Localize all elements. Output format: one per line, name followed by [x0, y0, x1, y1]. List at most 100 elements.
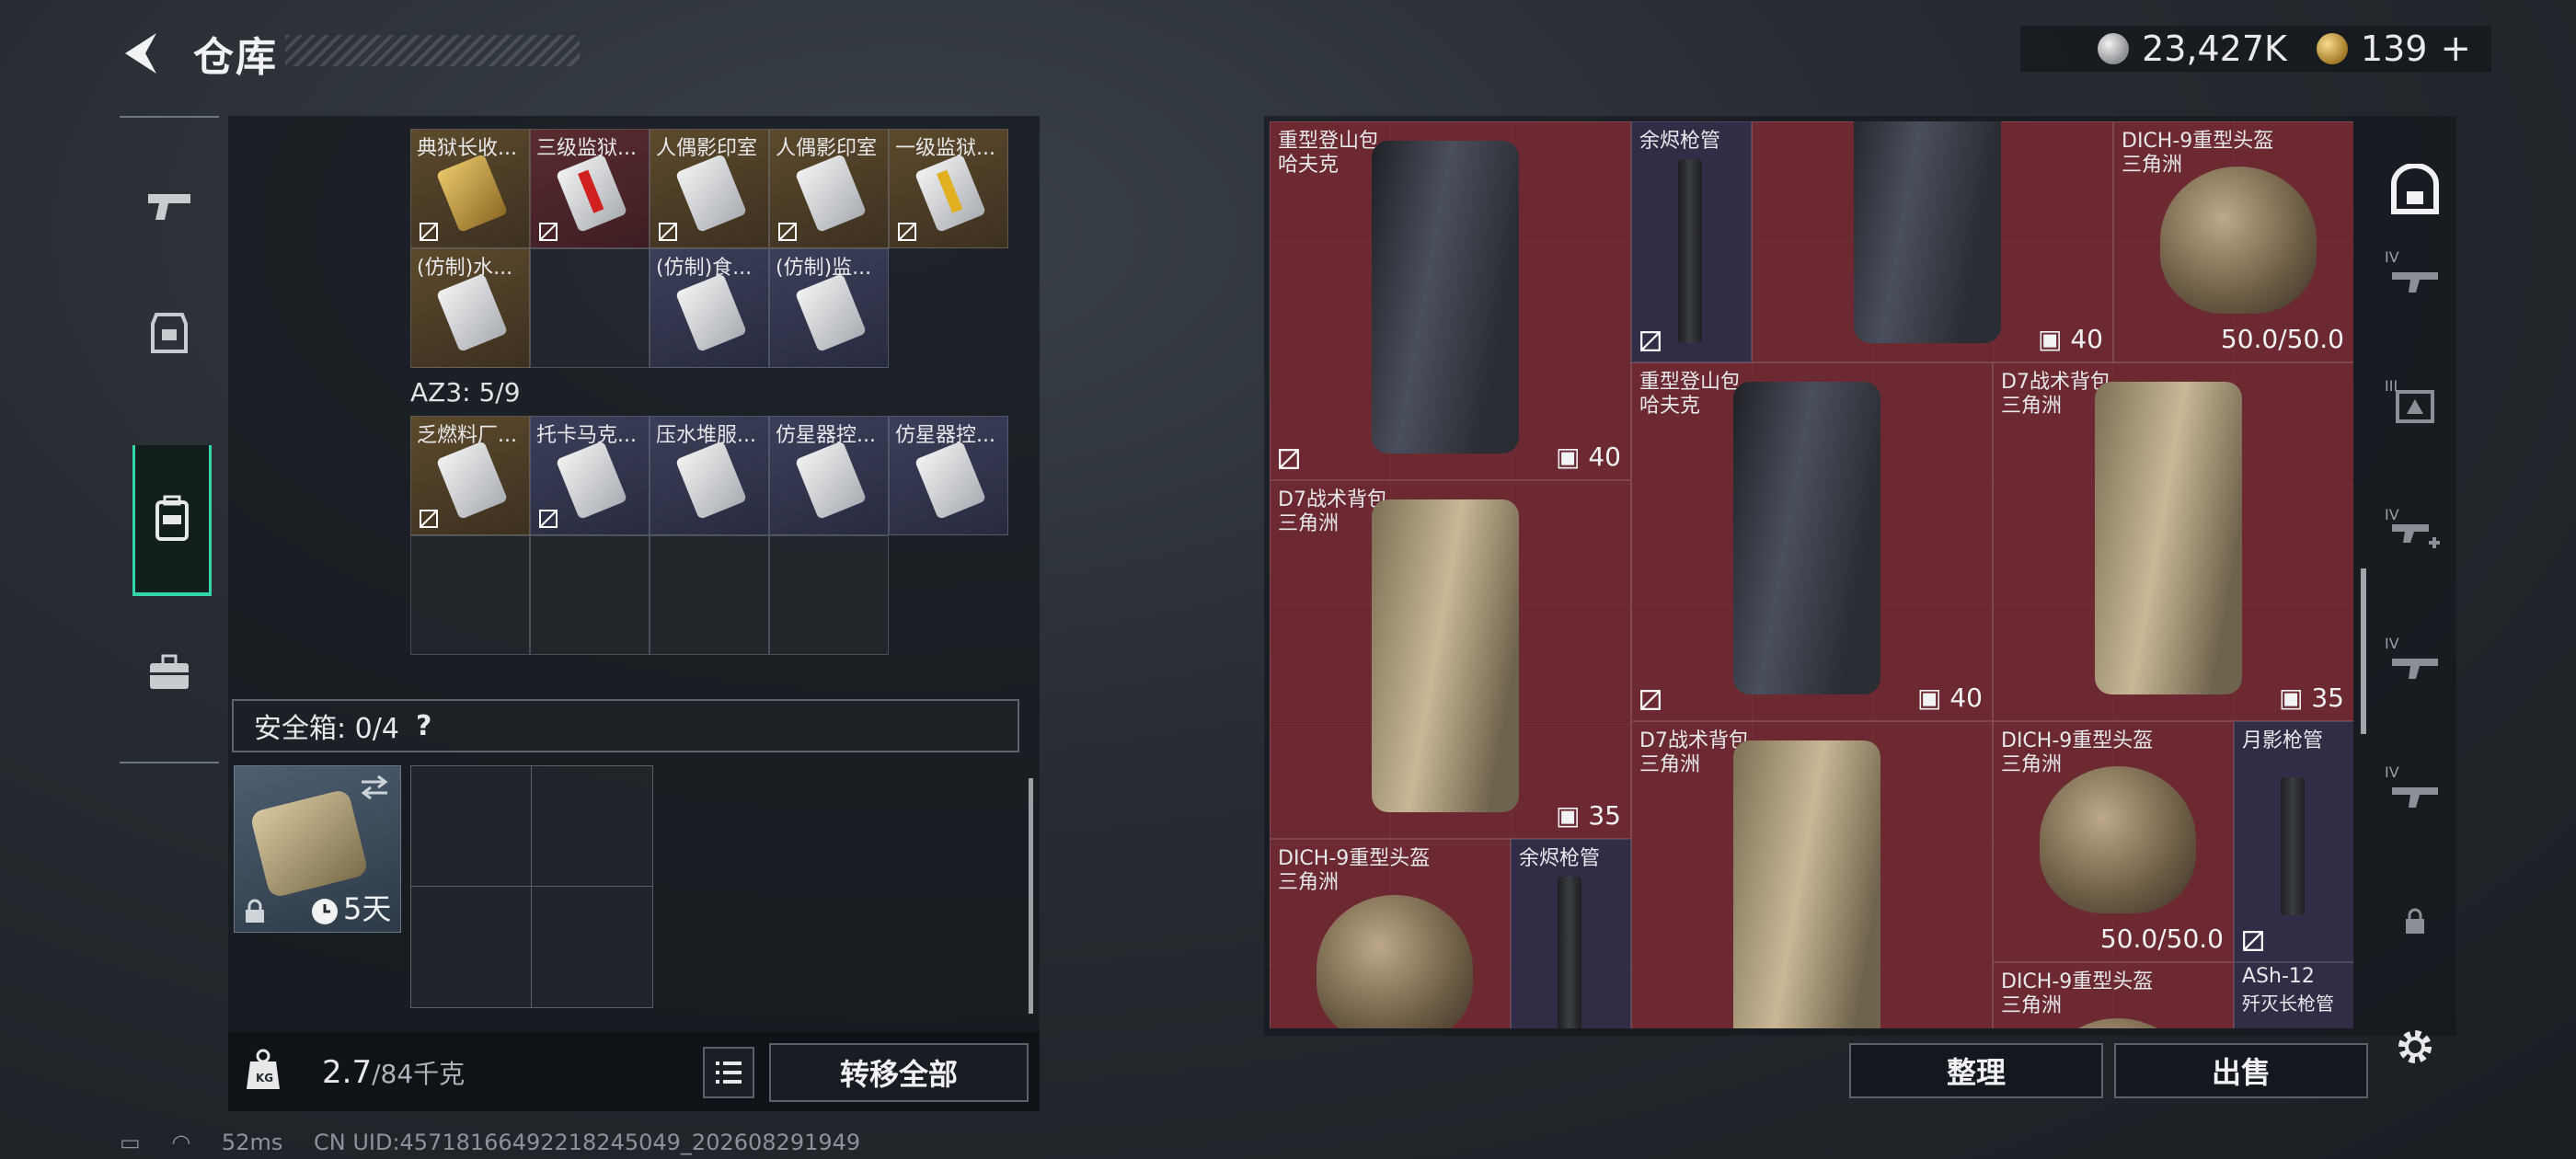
item-label: 仿星器控...	[776, 424, 876, 447]
item-slot[interactable]: 一级监狱...	[889, 129, 1008, 248]
inventory-item[interactable]: D7战术背包 三角洲 ▣ 35	[1993, 362, 2353, 721]
inventory-item[interactable]: 重型登山包 哈夫克 ▣ 40	[1631, 362, 1993, 721]
keycard-icon	[914, 154, 987, 233]
nav-weapons[interactable]	[132, 155, 206, 256]
toolbox-icon	[150, 654, 189, 689]
armor-icon	[151, 313, 188, 353]
backpack-image	[2095, 382, 2242, 694]
timer-label: 5天	[343, 891, 392, 926]
filter-rifle-iv-plus[interactable]: IV	[2383, 506, 2447, 565]
settings-button[interactable]	[2383, 1017, 2447, 1076]
nav-toolbox[interactable]	[132, 622, 206, 723]
item-slot[interactable]: 典狱长收...	[410, 129, 530, 248]
item-slot[interactable]: (仿制)食...	[650, 248, 769, 368]
item-maker: 三角洲	[1278, 871, 1340, 894]
item-slot[interactable]: 乏燃料厂...	[410, 416, 530, 535]
transfer-all-button[interactable]: 转移全部	[769, 1043, 1029, 1102]
uid-label: CN UID:457181664922182450​49_20260829194…	[313, 1130, 861, 1155]
add-currency-button[interactable]: +	[2440, 28, 2471, 70]
item-label: 典狱长收...	[417, 137, 517, 160]
item-slot[interactable]: 人偶影印室	[650, 129, 769, 248]
filter-rifle-iv[interactable]: IV	[2383, 248, 2447, 307]
item-label: 一级监狱...	[895, 137, 995, 160]
backpack-image	[1372, 141, 1519, 453]
barrel-image	[1678, 159, 1702, 343]
no-transfer-icon	[1279, 449, 1299, 469]
weight-current: 2.7	[322, 1054, 373, 1091]
no-transfer-icon	[1640, 690, 1661, 710]
title-decoration	[285, 35, 580, 66]
currency-bar: 23,427K 139 +	[2020, 26, 2491, 72]
filter-armor-iii[interactable]: III	[2383, 377, 2447, 436]
safe-box-header: 安全箱: 0/4 ?	[232, 699, 1019, 752]
item-slot[interactable]: 仿星器控...	[769, 416, 889, 535]
empty-slot[interactable]	[769, 535, 889, 655]
no-transfer-icon	[420, 223, 438, 241]
swap-icon[interactable]	[358, 774, 391, 801]
keycard-icon	[555, 154, 628, 233]
keycard-icon	[435, 441, 509, 520]
safe-box-grid[interactable]	[410, 765, 653, 1008]
empty-slot[interactable]	[530, 248, 650, 368]
inventory-item[interactable]: 月影枪管	[2234, 721, 2353, 962]
item-slot[interactable]: 压水堆服...	[650, 416, 769, 535]
backpack-image	[1854, 121, 2001, 343]
empty-slot[interactable]	[530, 535, 650, 655]
no-transfer-icon	[659, 223, 677, 241]
inventory-item[interactable]: DICH-9重型头盔 三角洲	[1993, 962, 2234, 1028]
list-view-button[interactable]	[703, 1047, 754, 1098]
inventory-scrollbar[interactable]	[2361, 568, 2366, 734]
backpack-icon	[155, 495, 189, 541]
item-slot[interactable]: (仿制)水...	[410, 248, 530, 368]
nav-armor[interactable]	[132, 283, 206, 384]
inventory-item[interactable]: ASh-12 歼灭长枪管	[2234, 962, 2353, 1028]
empty-slot[interactable]	[650, 535, 769, 655]
help-icon[interactable]: ?	[416, 710, 431, 742]
pistol-icon	[148, 194, 190, 220]
helmet-image	[1317, 895, 1473, 1028]
filter-all[interactable]	[2383, 160, 2447, 219]
item-name: 余烬枪管	[1519, 847, 1601, 870]
inventory-item[interactable]: 余烬枪管	[1631, 121, 1752, 362]
item-label: (仿制)水...	[417, 257, 513, 280]
sell-button[interactable]: 出售	[2114, 1043, 2368, 1098]
inventory-item[interactable]: 余烬枪管	[1511, 839, 1631, 1028]
item-slot[interactable]: 三级监狱...	[530, 129, 650, 248]
inventory-item[interactable]: DICH-9重型头盔 三角洲 50.0/50.0	[1993, 721, 2234, 962]
az3-container-label: AZ3: 5/9	[410, 377, 521, 407]
safe-case-icon	[249, 788, 369, 899]
item-slot[interactable]: 仿星器控...	[889, 416, 1008, 535]
armor-icon	[2396, 390, 2434, 423]
item-slot[interactable]: 托卡马克...	[530, 416, 650, 535]
empty-slot[interactable]	[410, 535, 530, 655]
no-transfer-icon	[2243, 931, 2263, 951]
filter-rifle-iv-b[interactable]: IV	[2383, 635, 2447, 694]
capacity-label: ▣ 35	[1556, 800, 1621, 831]
inventory-item[interactable]: 重型登山包 哈夫克 ▣ 40	[1270, 121, 1631, 480]
item-slot[interactable]: 人偶影印室	[769, 129, 889, 248]
backpack-icon	[2391, 164, 2439, 214]
right-filter-nav: IV III IV IV IV	[2370, 116, 2458, 1073]
lock-icon	[2406, 908, 2424, 934]
inventory-item[interactable]: DICH-9重型头盔 三角洲	[1270, 839, 1511, 1028]
back-arrow-icon[interactable]	[118, 28, 162, 79]
keycard-icon	[794, 441, 868, 520]
item-slot[interactable]: (仿制)监...	[769, 248, 889, 368]
inventory-item[interactable]: D7战术背包 三角洲 ▣ 35	[1270, 480, 1631, 839]
organize-button[interactable]: 整理	[1849, 1043, 2103, 1098]
page-title: 仓库	[193, 34, 278, 81]
item-label: 压水堆服...	[656, 424, 756, 447]
nav-backpack[interactable]	[132, 445, 212, 596]
gold-balance: 139	[2360, 29, 2428, 69]
keycard-icon	[555, 441, 628, 520]
filter-rifle-iv-c[interactable]: IV	[2383, 763, 2447, 822]
list-icon	[716, 1061, 742, 1084]
filter-locked[interactable]	[2383, 892, 2447, 951]
helmet-image	[2040, 1018, 2196, 1028]
silver-balance: 23,427K	[2142, 29, 2287, 69]
inventory-item[interactable]: ▣ 40	[1752, 121, 2113, 362]
left-scrollbar[interactable]	[1029, 778, 1033, 1014]
inventory-item[interactable]: DICH-9重型头盔 三角洲 50.0/50.0	[2113, 121, 2353, 362]
inventory-item[interactable]: D7战术背包 三角洲	[1631, 721, 1993, 1028]
safe-box-item[interactable]: 5天	[234, 765, 401, 933]
